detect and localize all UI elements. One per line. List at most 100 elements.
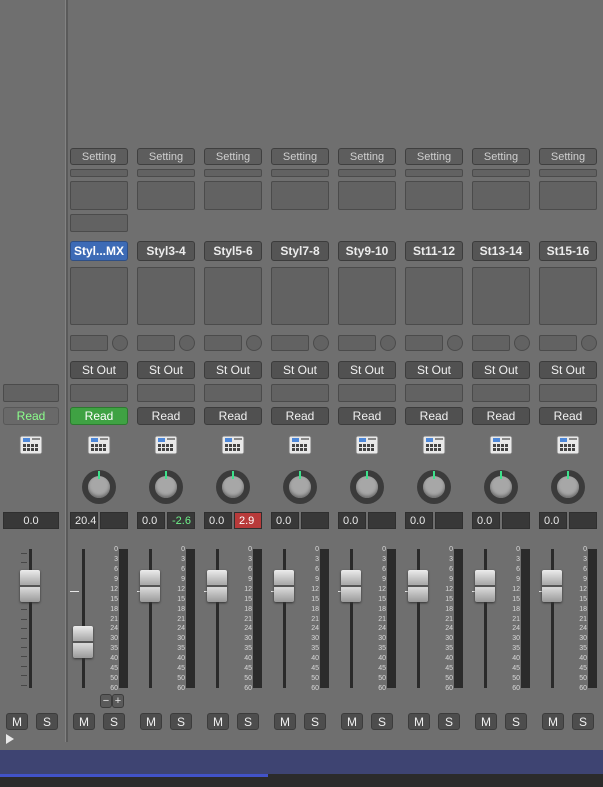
send-slot[interactable]: [137, 335, 175, 351]
group-slot[interactable]: [472, 384, 530, 402]
send-slot[interactable]: [70, 335, 108, 351]
volume-fader[interactable]: [542, 570, 562, 603]
automation-read-button[interactable]: Read: [405, 407, 463, 425]
volume-fader[interactable]: [408, 570, 428, 603]
group-slot[interactable]: [3, 384, 59, 402]
group-slot[interactable]: [204, 384, 262, 402]
send-slot[interactable]: [405, 335, 443, 351]
automation-read-button[interactable]: Read: [3, 407, 59, 425]
send-slot[interactable]: [338, 335, 376, 351]
mute-button[interactable]: M: [408, 713, 430, 730]
volume-fader[interactable]: [274, 570, 294, 603]
send-knob[interactable]: [179, 335, 195, 351]
send-slot[interactable]: [539, 335, 577, 351]
audio-fx-slot[interactable]: [137, 267, 195, 325]
output-button[interactable]: St Out: [204, 361, 262, 379]
send-knob[interactable]: [514, 335, 530, 351]
group-slot[interactable]: [70, 384, 128, 402]
send-knob[interactable]: [313, 335, 329, 351]
audio-fx-slot[interactable]: [539, 267, 597, 325]
mute-button[interactable]: M: [73, 713, 95, 730]
scrollbar-thumb[interactable]: [0, 774, 268, 777]
solo-button[interactable]: S: [371, 713, 393, 730]
mute-button[interactable]: M: [6, 713, 28, 730]
mute-button[interactable]: M: [140, 713, 162, 730]
eq-thumbnail[interactable]: [539, 169, 597, 177]
output-button[interactable]: St Out: [271, 361, 329, 379]
channel-label[interactable]: St13-14: [472, 241, 530, 261]
audio-fx-slot[interactable]: [405, 267, 463, 325]
send-slot[interactable]: [472, 335, 510, 351]
pan-knob[interactable]: [149, 470, 183, 504]
midi-fx-slot[interactable]: [338, 181, 396, 210]
audio-fx-slot[interactable]: [472, 267, 530, 325]
send-knob[interactable]: [581, 335, 597, 351]
automation-read-button[interactable]: Read: [539, 407, 597, 425]
audio-fx-slot[interactable]: [271, 267, 329, 325]
setting-button[interactable]: Setting: [70, 148, 128, 165]
solo-button[interactable]: S: [438, 713, 460, 730]
output-button[interactable]: St Out: [405, 361, 463, 379]
stepper-plus-button[interactable]: +: [112, 694, 124, 708]
solo-button[interactable]: S: [103, 713, 125, 730]
midi-fx-slot[interactable]: [70, 181, 128, 210]
setting-button[interactable]: Setting: [137, 148, 195, 165]
send-knob[interactable]: [112, 335, 128, 351]
drum-machine-icon[interactable]: [556, 434, 580, 456]
volume-fader[interactable]: [475, 570, 495, 603]
setting-button[interactable]: Setting: [405, 148, 463, 165]
automation-read-button[interactable]: Read: [472, 407, 530, 425]
eq-thumbnail[interactable]: [70, 169, 128, 177]
volume-fader[interactable]: [20, 570, 40, 603]
pan-knob[interactable]: [350, 470, 384, 504]
setting-button[interactable]: Setting: [271, 148, 329, 165]
expand-arrow-icon[interactable]: [6, 734, 14, 744]
group-slot[interactable]: [338, 384, 396, 402]
automation-read-button[interactable]: Read: [204, 407, 262, 425]
pan-knob[interactable]: [417, 470, 451, 504]
drum-machine-icon[interactable]: [154, 434, 178, 456]
volume-fader[interactable]: [140, 570, 160, 603]
output-button[interactable]: St Out: [338, 361, 396, 379]
drum-machine-icon[interactable]: [288, 434, 312, 456]
output-button[interactable]: St Out: [472, 361, 530, 379]
midi-fx-slot[interactable]: [472, 181, 530, 210]
send-knob[interactable]: [447, 335, 463, 351]
midi-fx-slot[interactable]: [271, 181, 329, 210]
mute-button[interactable]: M: [475, 713, 497, 730]
automation-read-button[interactable]: Read: [70, 407, 128, 425]
volume-fader[interactable]: [73, 626, 93, 659]
automation-read-button[interactable]: Read: [338, 407, 396, 425]
solo-button[interactable]: S: [304, 713, 326, 730]
automation-read-button[interactable]: Read: [271, 407, 329, 425]
pan-knob[interactable]: [484, 470, 518, 504]
eq-thumbnail[interactable]: [204, 169, 262, 177]
audio-fx-slot[interactable]: [204, 267, 262, 325]
midi-fx-slot[interactable]: [204, 181, 262, 210]
channel-label[interactable]: Sty9-10: [338, 241, 396, 261]
send-slot[interactable]: [204, 335, 242, 351]
setting-button[interactable]: Setting: [204, 148, 262, 165]
audio-fx-slot[interactable]: [70, 267, 128, 325]
automation-read-button[interactable]: Read: [137, 407, 195, 425]
channel-label[interactable]: St15-16: [539, 241, 597, 261]
midi-fx-slot[interactable]: [539, 181, 597, 210]
mute-button[interactable]: M: [274, 713, 296, 730]
volume-fader[interactable]: [341, 570, 361, 603]
solo-button[interactable]: S: [36, 713, 58, 730]
stepper-minus-button[interactable]: −: [100, 694, 112, 708]
drum-machine-icon[interactable]: [355, 434, 379, 456]
midi-fx-slot[interactable]: [137, 181, 195, 210]
send-slot[interactable]: [271, 335, 309, 351]
setting-button[interactable]: Setting: [338, 148, 396, 165]
output-button[interactable]: St Out: [70, 361, 128, 379]
mute-button[interactable]: M: [542, 713, 564, 730]
eq-thumbnail[interactable]: [338, 169, 396, 177]
eq-thumbnail[interactable]: [271, 169, 329, 177]
drum-machine-icon[interactable]: [19, 434, 43, 456]
channel-label[interactable]: St11-12: [405, 241, 463, 261]
drum-machine-icon[interactable]: [221, 434, 245, 456]
solo-button[interactable]: S: [170, 713, 192, 730]
pan-knob[interactable]: [283, 470, 317, 504]
mute-button[interactable]: M: [341, 713, 363, 730]
